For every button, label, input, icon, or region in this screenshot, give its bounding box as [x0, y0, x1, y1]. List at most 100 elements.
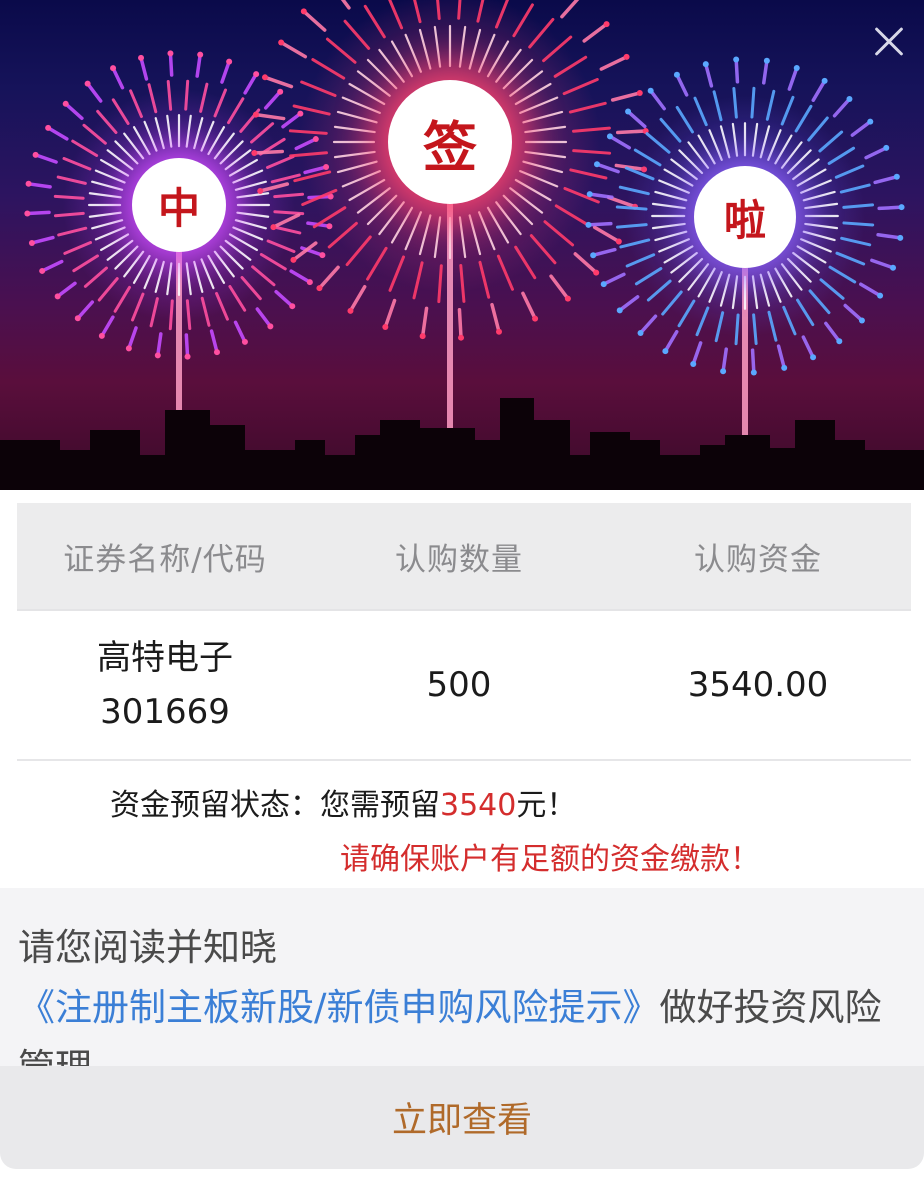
firework-spark: [637, 329, 644, 336]
firework-spark: [154, 352, 161, 359]
firework-ray: [599, 55, 629, 71]
firework-spark: [24, 210, 31, 217]
firework-ray: [279, 40, 308, 59]
firework-ray: [750, 86, 756, 119]
table-row: 高特电子 301669 500 3540.00: [17, 611, 911, 761]
badge-zhong: 中: [132, 158, 226, 252]
firework-ray: [168, 299, 174, 331]
firework-spark: [793, 64, 800, 71]
firework-spark: [306, 279, 313, 286]
firework-spark: [898, 204, 905, 211]
firework-ray: [811, 79, 827, 102]
firework-ray: [591, 247, 617, 257]
firework-ray: [263, 89, 282, 110]
risk-disclosure-link[interactable]: 《注册制主板新股/新债申购风险提示》: [18, 986, 659, 1029]
firework-ray: [63, 102, 84, 121]
firework-ray: [626, 109, 647, 129]
firework-ray: [317, 265, 340, 290]
firework-spark: [750, 369, 757, 376]
firework-ray: [870, 258, 895, 270]
firework-spark: [257, 188, 264, 195]
firework-ray: [824, 321, 842, 344]
firework-spark: [278, 39, 285, 46]
firework-ray: [490, 302, 501, 334]
firework-ray: [281, 111, 303, 129]
firework-spark: [590, 252, 597, 259]
firework-ray: [33, 153, 58, 164]
firework-ray: [383, 298, 397, 329]
risk-notice: 请您阅读并知晓《注册制主板新股/新债申购风险提示》做好投资风险管理。: [0, 888, 924, 1089]
firework-spark: [890, 264, 897, 271]
firework-spark: [532, 315, 539, 322]
firework-spark: [290, 256, 297, 263]
firework-spark: [39, 267, 46, 274]
firework-ray: [100, 315, 115, 338]
firework-spark: [213, 349, 220, 356]
firework-ray: [610, 91, 642, 102]
firework-spark: [877, 292, 884, 299]
firework-spark: [702, 61, 709, 68]
quantity-value: 500: [426, 665, 492, 705]
firework-spark: [810, 354, 817, 361]
firework-spark: [25, 180, 32, 187]
firework-spark: [261, 74, 268, 81]
firework-spark: [54, 293, 61, 300]
firework-spark: [62, 100, 69, 107]
firework-spark: [733, 56, 740, 63]
firework-ray: [850, 119, 873, 137]
firework-spark: [252, 111, 259, 118]
firework-spark: [867, 118, 874, 125]
firework-ray: [53, 194, 85, 200]
firework-ray: [156, 332, 163, 358]
firework-ray: [348, 284, 367, 313]
firework-ray: [420, 306, 429, 338]
firework-spark: [98, 332, 105, 339]
firework-spark: [897, 234, 904, 241]
firework-ray: [691, 341, 703, 366]
firework-spark: [585, 221, 592, 228]
firework-spark: [382, 324, 389, 331]
firework-ray: [832, 97, 852, 118]
firework-spark: [662, 348, 669, 355]
header-security-name: 证券名称/代码: [63, 541, 267, 578]
firework-ray: [139, 56, 149, 81]
view-now-button[interactable]: 立即查看: [0, 1066, 924, 1169]
firework-ray: [195, 52, 202, 78]
firework-spark: [883, 144, 890, 151]
firework-spark: [241, 338, 248, 345]
firework-ray: [46, 126, 69, 141]
firework-spark: [846, 96, 853, 103]
firework-ray: [873, 175, 899, 185]
reserve-prefix: 您需预留: [320, 788, 440, 823]
firework-ray: [243, 72, 258, 95]
badge-qian: 签: [388, 80, 512, 204]
firework-spark: [125, 345, 132, 352]
firework-ray: [209, 329, 219, 354]
firework-ray: [85, 81, 103, 103]
reserve-amount: 3540: [440, 788, 517, 823]
firework-spark: [616, 307, 623, 314]
firework-spark: [110, 65, 117, 72]
close-icon[interactable]: [866, 18, 912, 64]
funding-warning: 请确保账户有足额的资金缴款！: [340, 842, 760, 877]
security-code: 301669: [100, 692, 230, 732]
firework-ray: [274, 289, 295, 308]
firework-spark: [690, 361, 697, 368]
firework-spark: [347, 307, 354, 314]
firework-ray: [560, 0, 580, 19]
firework-spark: [138, 54, 145, 61]
firework-ray: [168, 51, 174, 77]
badge-zhong-char: 中: [157, 183, 200, 233]
firework-ray: [638, 314, 658, 335]
firework-spark: [277, 88, 284, 95]
badge-la-char: 啦: [723, 195, 766, 245]
firework-ray: [876, 233, 903, 240]
firework-ray: [592, 225, 621, 244]
firework-ray: [601, 272, 626, 286]
firework-spark: [586, 191, 593, 198]
firework-spark: [836, 338, 843, 345]
firework-ray: [220, 59, 231, 84]
firework-ray: [55, 281, 77, 299]
firework-ray: [617, 295, 640, 313]
security-name: 高特电子: [97, 638, 233, 678]
